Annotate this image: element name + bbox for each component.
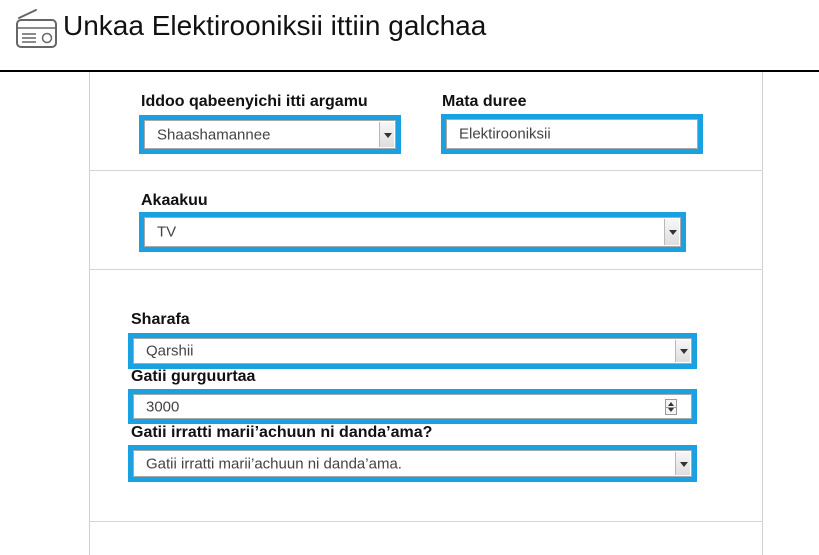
origin-label: Mata duree xyxy=(442,93,527,110)
origin-field[interactable]: Elektirooniksii xyxy=(441,114,703,154)
type-select-value: TV xyxy=(157,223,177,241)
location-label: Iddoo qabeenyichi itti argamu xyxy=(141,93,368,110)
currency-select-value: Qarshii xyxy=(146,342,194,360)
currency-label: Sharafa xyxy=(131,311,190,328)
negotiable-label: Gatii irratti marii’achuun ni danda’ama? xyxy=(131,424,433,441)
app-header: Unkaa Elektirooniksii ittiin galchaa xyxy=(0,0,819,72)
currency-select[interactable]: Qarshii xyxy=(128,333,697,369)
location-select-value: Shaashamannee xyxy=(157,126,271,143)
spinner-up-icon[interactable] xyxy=(668,401,674,406)
spinner-down-icon[interactable] xyxy=(668,407,674,412)
section-divider xyxy=(89,269,763,270)
radio-icon xyxy=(14,8,60,50)
page-title: Unkaa Elektirooniksii ittiin galchaa xyxy=(63,10,487,41)
negotiable-select[interactable]: Gatii irratti marii’achuun ni danda’ama. xyxy=(128,445,697,482)
chevron-down-icon[interactable] xyxy=(379,122,394,147)
type-label: Akaakuu xyxy=(141,192,208,209)
number-spinner[interactable] xyxy=(665,398,677,415)
chevron-down-icon[interactable] xyxy=(664,219,679,245)
chevron-down-icon[interactable] xyxy=(675,340,690,362)
origin-field-value: Elektirooniksii xyxy=(459,125,551,143)
price-label: Gatii gurguurtaa xyxy=(131,368,256,385)
type-select[interactable]: TV xyxy=(139,212,686,252)
location-select[interactable]: Shaashamannee xyxy=(139,115,401,154)
chevron-down-icon[interactable] xyxy=(675,452,690,475)
price-input[interactable]: 3000 xyxy=(128,389,697,424)
negotiable-select-value: Gatii irratti marii’achuun ni danda’ama. xyxy=(146,455,402,472)
price-input-value: 3000 xyxy=(146,398,180,415)
section-divider xyxy=(89,521,763,522)
section-divider xyxy=(89,170,763,171)
